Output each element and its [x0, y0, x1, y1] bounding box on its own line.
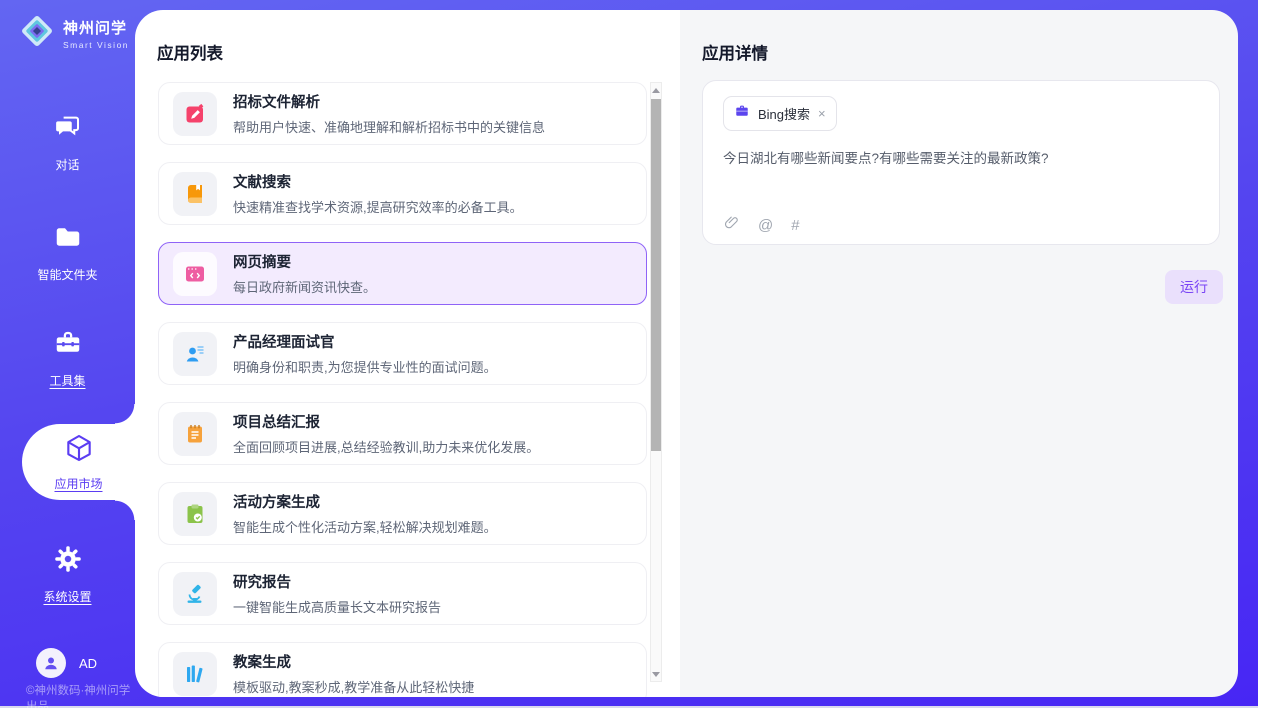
app-list-panel: 应用列表 招标文件解析 帮助用户快速、准确地理解和解析招标书中的关键信息: [135, 10, 680, 697]
tool-tag-bing-search[interactable]: Bing搜索 ×: [723, 96, 837, 131]
app-name: 教案生成: [233, 651, 474, 672]
app-card-pm-interviewer[interactable]: 产品经理面试官 明确身份和职责,为您提供专业性的面试问题。: [158, 322, 647, 385]
sidebar-item-label: 智能文件夹: [37, 266, 97, 283]
notepad-icon: [173, 412, 217, 456]
tool-tag-label: Bing搜索: [758, 104, 810, 123]
app-card-project-summary[interactable]: 项目总结汇报 全面回顾项目进展,总结经验教训,助力未来优化发展。: [158, 402, 647, 465]
app-name: 文献搜索: [233, 171, 523, 192]
interviewer-icon: [173, 332, 217, 376]
sidebar: 神州问学 Smart Vision 对话 智能文件夹: [0, 0, 135, 708]
cube-icon: [63, 432, 95, 469]
diamond-logo-icon: [18, 12, 56, 55]
app-card-literature-search[interactable]: 文献搜索 快速精准查找学术资源,提高研究效率的必备工具。: [158, 162, 647, 225]
scroll-up-arrow[interactable]: [651, 83, 661, 97]
app-name: 网页摘要: [233, 251, 376, 272]
chat-icon: [53, 112, 83, 147]
browser-code-icon: [173, 252, 217, 296]
app-desc: 智能生成个性化活动方案,轻松解决规划难题。: [233, 517, 497, 536]
app-name: 研究报告: [233, 571, 441, 592]
bubble-curve-top: [115, 404, 135, 424]
app-window: 神州问学 Smart Vision 对话 智能文件夹: [0, 0, 1270, 714]
paperclip-icon[interactable]: [723, 214, 740, 236]
prompt-input-card: Bing搜索 × 今日湖北有哪些新闻要点?有哪些需要关注的最新政策? @ #: [702, 80, 1220, 245]
app-name: 活动方案生成: [233, 491, 497, 512]
app-card-bid-document-parse[interactable]: 招标文件解析 帮助用户快速、准确地理解和解析招标书中的关键信息: [158, 82, 647, 145]
app-desc: 一键智能生成高质量长文本研究报告: [233, 597, 441, 616]
app-desc: 快速精准查找学术资源,提高研究效率的必备工具。: [233, 197, 523, 216]
briefcase-icon: [734, 103, 750, 124]
toolbox-icon: [53, 328, 83, 363]
app-list-scrollbar[interactable]: [650, 82, 662, 682]
gear-icon: [53, 544, 83, 579]
close-icon[interactable]: ×: [818, 107, 826, 120]
brand-subtitle: Smart Vision: [63, 40, 129, 50]
sidebar-item-label: 对话: [55, 156, 79, 173]
scroll-down-arrow[interactable]: [651, 667, 661, 681]
app-name: 项目总结汇报: [233, 411, 539, 432]
sidebar-item-label: 工具集: [49, 372, 85, 389]
user-account[interactable]: AD: [36, 648, 97, 678]
sidebar-item-toolset[interactable]: 工具集: [0, 328, 135, 389]
input-toolbar: @ #: [723, 214, 800, 236]
app-card-lesson-plan[interactable]: 教案生成 模板驱动,教案秒成,教学准备从此轻松快捷: [158, 642, 647, 697]
app-desc: 模板驱动,教案秒成,教学准备从此轻松快捷: [233, 677, 474, 696]
avatar: [36, 648, 66, 678]
app-desc: 每日政府新闻资讯快查。: [233, 277, 376, 296]
app-detail-title: 应用详情: [702, 40, 768, 64]
app-desc: 全面回顾项目进展,总结经验教训,助力未来优化发展。: [233, 437, 539, 456]
book-icon: [173, 172, 217, 216]
hash-icon[interactable]: #: [791, 217, 799, 234]
brand-name: 神州问学: [63, 17, 129, 38]
app-desc: 明确身份和职责,为您提供专业性的面试问题。: [233, 357, 497, 376]
sidebar-item-label: 系统设置: [43, 588, 91, 605]
books-icon: [173, 652, 217, 696]
sidebar-item-chat[interactable]: 对话: [0, 112, 135, 173]
app-cards: 招标文件解析 帮助用户快速、准确地理解和解析招标书中的关键信息 文献搜索 快速精…: [158, 82, 647, 697]
run-button[interactable]: 运行: [1165, 270, 1223, 304]
sidebar-item-settings[interactable]: 系统设置: [0, 544, 135, 605]
app-card-research-report[interactable]: 研究报告 一键智能生成高质量长文本研究报告: [158, 562, 647, 625]
user-name: AD: [79, 656, 97, 671]
microscope-icon: [173, 572, 217, 616]
app-name: 招标文件解析: [233, 91, 545, 112]
scrollbar-thumb[interactable]: [651, 99, 661, 451]
document-edit-icon: [173, 92, 217, 136]
sidebar-item-smart-folder[interactable]: 智能文件夹: [0, 222, 135, 283]
app-detail-panel: 应用详情 Bing搜索 × 今日湖北有哪些新闻要点?有哪些需要关注的最新政策?: [680, 10, 1238, 697]
folder-icon: [53, 222, 83, 257]
bubble-curve-bottom: [115, 500, 135, 520]
app-card-web-summary-selected[interactable]: 网页摘要 每日政府新闻资讯快查。: [158, 242, 647, 305]
query-input[interactable]: 今日湖北有哪些新闻要点?有哪些需要关注的最新政策?: [723, 149, 1193, 169]
app-desc: 帮助用户快速、准确地理解和解析招标书中的关键信息: [233, 117, 545, 136]
app-name: 产品经理面试官: [233, 331, 497, 352]
brand: 神州问学 Smart Vision: [18, 12, 129, 55]
sidebar-item-label: 应用市场: [54, 475, 102, 492]
app-list-title: 应用列表: [157, 40, 223, 64]
brand-text: 神州问学 Smart Vision: [63, 17, 129, 50]
app-card-event-plan[interactable]: 活动方案生成 智能生成个性化活动方案,轻松解决规划难题。: [158, 482, 647, 545]
copyright-text: ©神州数码·神州问学出品: [26, 682, 135, 714]
sidebar-item-app-market-active[interactable]: 应用市场: [22, 424, 135, 500]
clipboard-check-icon: [173, 492, 217, 536]
mention-at-icon[interactable]: @: [758, 217, 773, 234]
